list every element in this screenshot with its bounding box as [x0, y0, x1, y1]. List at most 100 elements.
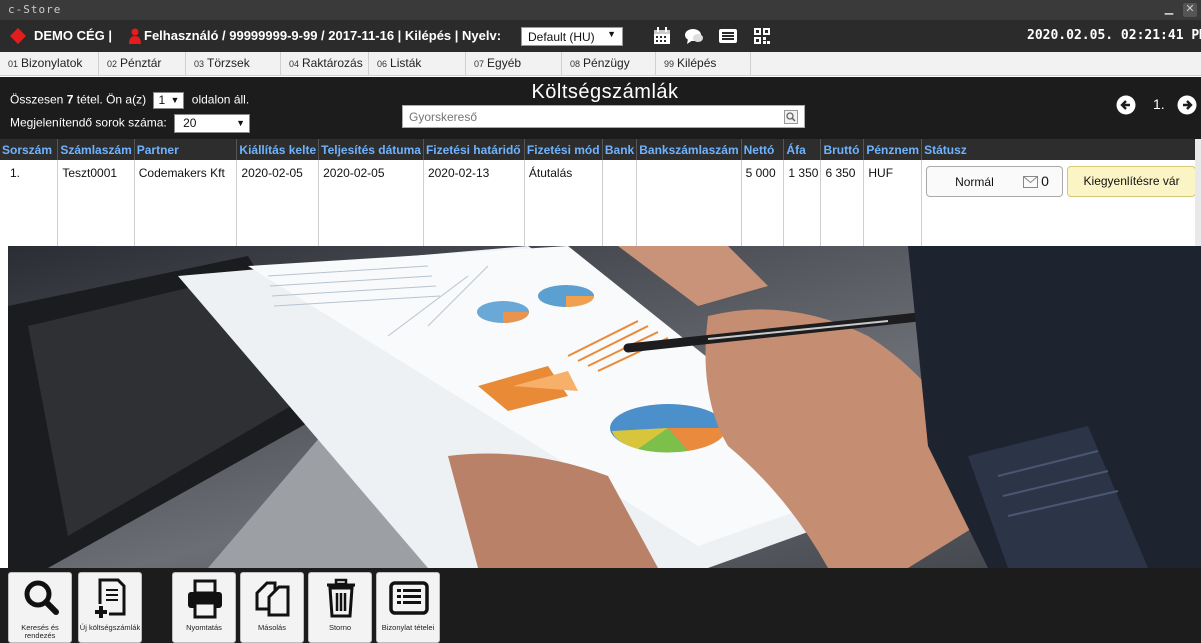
- cell-sorszam: 1.: [0, 160, 59, 246]
- chevron-down-icon: ▼: [236, 118, 246, 128]
- menu-item-listak[interactable]: 06 Listák: [369, 52, 466, 76]
- page-title: Költségszámlák: [531, 81, 679, 103]
- rows-label: Megjelenítendő sorok száma:: [10, 115, 167, 130]
- company-logo-icon: [10, 28, 26, 44]
- menu-item-penzugy[interactable]: 08 Pénzügy: [562, 52, 656, 76]
- minimize-button[interactable]: ▁: [1162, 3, 1176, 17]
- next-page-icon[interactable]: [1177, 95, 1197, 115]
- menu-num: 02: [107, 59, 118, 69]
- column-header[interactable]: Bank: [602, 139, 638, 160]
- menu-item-torzsek[interactable]: 03 Törzsek: [186, 52, 281, 76]
- menu-num: 99: [664, 59, 675, 69]
- mail-icon: [1023, 176, 1039, 188]
- menu-label: Listák: [390, 56, 422, 70]
- column-header[interactable]: Sorszám: [0, 139, 59, 160]
- cell-bank: [602, 160, 638, 246]
- print-button[interactable]: Nyomtatás: [172, 572, 236, 643]
- page-select[interactable]: 1 ▼: [153, 92, 185, 109]
- cell-afa: 1 350: [783, 160, 822, 246]
- menu-label: Kilépés: [677, 56, 717, 70]
- cell-teljesites: 2020-02-05: [318, 160, 424, 246]
- status-badge[interactable]: Normál 0: [926, 166, 1064, 197]
- list-items-icon: [389, 581, 429, 615]
- column-header[interactable]: Státusz: [921, 139, 1201, 160]
- quick-search: [402, 105, 805, 128]
- menu-label: Bizonylatok: [21, 56, 83, 70]
- menu-label: Egyéb: [487, 56, 522, 70]
- payment-status-button[interactable]: Kiegyenlítésre vár: [1067, 166, 1197, 197]
- column-header[interactable]: Pénznem: [863, 139, 923, 160]
- menu-label: Raktározás: [302, 56, 363, 70]
- list-icon[interactable]: [718, 26, 738, 46]
- column-header[interactable]: Fizetési mód: [524, 139, 603, 160]
- company-name: DEMO CÉG |: [34, 28, 113, 43]
- menu-num: 08: [570, 59, 581, 69]
- toolbar-label: Storno: [328, 623, 352, 632]
- chevron-down-icon: ▼: [607, 29, 616, 39]
- column-header[interactable]: Kiállítás kelte: [236, 139, 320, 160]
- chat-icon[interactable]: [684, 26, 704, 46]
- user-icon: [129, 28, 141, 44]
- document-items-button[interactable]: Bizonylat tételei: [376, 572, 440, 643]
- total-mid: tétel. Ön a(z): [76, 92, 147, 107]
- cell-szamlaszam: Teszt0001: [57, 160, 135, 246]
- action-toolbar: Keresés és rendezés Új költségszámlák Ny…: [0, 568, 1201, 643]
- cell-status: Normál 0 Kiegyenlítésre vár: [921, 160, 1201, 246]
- toolbar-label: Nyomtatás: [186, 623, 222, 632]
- search-sort-button[interactable]: Keresés és rendezés: [8, 572, 72, 643]
- column-header[interactable]: Fizetési határidő: [423, 139, 525, 160]
- toolbar-label: Keresés és rendezés: [21, 623, 59, 640]
- total-count: 7: [66, 92, 74, 107]
- menu-label: Pénztár: [120, 56, 162, 70]
- menu-num: 07: [474, 59, 485, 69]
- table-scrollbar[interactable]: [1195, 139, 1201, 246]
- calendar-icon[interactable]: [652, 26, 672, 46]
- menu-item-kilepes[interactable]: 99 Kilépés: [656, 52, 751, 76]
- menu-num: 04: [289, 59, 300, 69]
- menu-item-bizonylatok[interactable]: 01 Bizonylatok: [0, 52, 99, 76]
- column-header[interactable]: Bankszámlaszám: [636, 139, 742, 160]
- new-document-icon: [93, 578, 126, 620]
- column-header[interactable]: Partner: [134, 139, 238, 160]
- record-summary: Összesen 7 tétel. Ön a(z) 1 ▼ oldalon áll…: [10, 92, 249, 109]
- app-header: DEMO CÉG | Felhasználó / 99999999-9-99 /…: [0, 20, 1201, 52]
- new-expense-invoice-button[interactable]: Új költségszámlák: [78, 572, 142, 643]
- menu-label: Törzsek: [207, 56, 250, 70]
- rows-select[interactable]: 20 ▼: [174, 114, 251, 133]
- menu-item-penztar[interactable]: 02 Pénztár: [99, 52, 186, 76]
- list-controls: Összesen 7 tétel. Ön a(z) 1 ▼ oldalon áll…: [0, 77, 1201, 139]
- total-prefix: Összesen: [10, 92, 64, 107]
- user-info[interactable]: Felhasználó / 99999999-9-99 / 2017-11-16…: [144, 28, 501, 43]
- copy-button[interactable]: Másolás: [240, 572, 304, 643]
- cell-hatarido: 2020-02-13: [423, 160, 525, 246]
- search-input[interactable]: [403, 106, 773, 127]
- menu-num: 03: [194, 59, 205, 69]
- cell-mod: Átutalás: [524, 160, 603, 246]
- printer-icon: [188, 579, 222, 619]
- copy-icon: [255, 581, 290, 617]
- close-window-button[interactable]: ✕: [1183, 3, 1197, 17]
- search-icon[interactable]: [784, 110, 798, 124]
- app-title: c-Store: [8, 3, 62, 16]
- storno-button[interactable]: Storno: [308, 572, 372, 643]
- message-count: 0: [1041, 173, 1049, 189]
- table-row[interactable]: 1. Teszt0001 Codemakers Kft 2020-02-05 2…: [0, 160, 1201, 246]
- column-header[interactable]: Számlaszám: [57, 139, 135, 160]
- menu-num: 06: [377, 59, 388, 69]
- main-menu: 01 Bizonylatok 02 Pénztár 03 Törzsek 04 Rakt…: [0, 52, 1201, 76]
- table-header-row: Sorszám Számlaszám Partner Kiállítás kel…: [0, 139, 1201, 160]
- language-select[interactable]: Default (HU) ▼: [521, 27, 623, 46]
- column-header[interactable]: Bruttó: [820, 139, 865, 160]
- chevron-down-icon: ▼: [170, 95, 180, 105]
- current-datetime: 2020.02.05. 02:21:41 PM: [1027, 28, 1201, 43]
- previous-page-icon[interactable]: [1116, 95, 1136, 115]
- column-header[interactable]: Áfa: [783, 139, 822, 160]
- page-select-value: 1: [158, 93, 166, 107]
- column-header[interactable]: Teljesítés dátuma: [318, 139, 424, 160]
- column-header[interactable]: Nettó: [741, 139, 785, 160]
- qr-code-icon[interactable]: [752, 26, 772, 46]
- menu-item-raktarozas[interactable]: 04 Raktározás: [281, 52, 369, 76]
- language-value: Default (HU): [528, 30, 595, 44]
- menu-label: Pénzügy: [583, 56, 630, 70]
- menu-item-egyeb[interactable]: 07 Egyéb: [466, 52, 562, 76]
